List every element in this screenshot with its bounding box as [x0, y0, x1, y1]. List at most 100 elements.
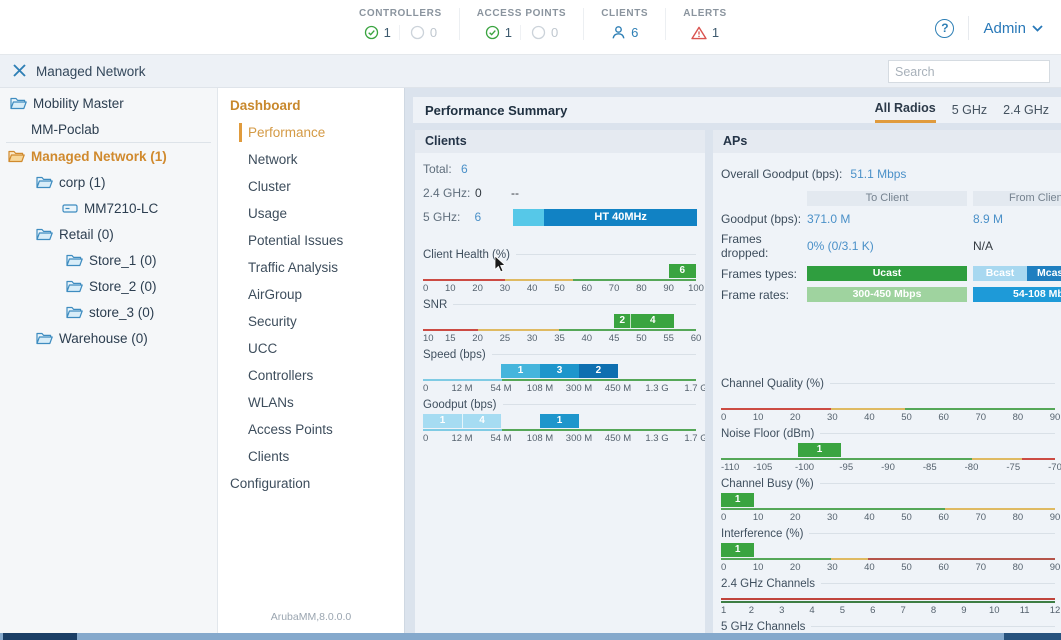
nav-item-wlans[interactable]: WLANs — [218, 389, 404, 416]
nav-item-usage[interactable]: Usage — [218, 200, 404, 227]
nav-item-ucc[interactable]: UCC — [218, 335, 404, 362]
metric-bar-bcast[interactable]: Bcast — [973, 266, 1027, 281]
folder-icon — [10, 97, 27, 110]
chart-bar-snr[interactable]: 2 — [614, 314, 630, 328]
metric-bar-mcast[interactable]: Mcast — [1027, 266, 1061, 281]
nav-item-traffic-analysis[interactable]: Traffic Analysis — [218, 254, 404, 281]
band24-label: 2.4 GHz: — [423, 186, 475, 200]
nav-item-label: Clients — [248, 447, 289, 466]
metric-bar-54-108-mbps[interactable]: 54-108 Mbps — [973, 287, 1061, 302]
stat-item[interactable]: 0 — [520, 25, 558, 40]
nav-item-cluster[interactable]: Cluster — [218, 173, 404, 200]
tick-label: 54 M — [490, 383, 511, 394]
tree-item-store-1-0[interactable]: Store_1 (0) — [0, 247, 217, 273]
tree-item-store-3-0[interactable]: store_3 (0) — [0, 299, 217, 325]
chart-ticks: 012 M54 M108 M300 M450 M1.3 G1.7 G — [423, 383, 696, 393]
tick-label: 0 — [423, 433, 428, 444]
stat-item[interactable]: 6 — [611, 25, 638, 40]
chart-title-line — [821, 583, 1055, 584]
stat-item[interactable]: 0 — [399, 25, 437, 40]
tick-label: 108 M — [527, 383, 553, 394]
tree-item-mobility-master[interactable]: Mobility Master — [0, 90, 217, 116]
chart-axis — [423, 429, 696, 431]
search-input[interactable] — [889, 65, 1061, 79]
cell-to-client[interactable]: 0% (0/3.1 K) — [807, 239, 967, 253]
chart-title: Goodput (bps) — [423, 397, 696, 412]
chart-axis — [721, 598, 1055, 600]
tab-2-4-ghz[interactable]: 2.4 GHz — [1003, 99, 1049, 122]
tab-all-radios[interactable]: All Radios — [875, 97, 936, 123]
stat-item[interactable]: 1 — [691, 25, 719, 40]
tree-item-warehouse-0[interactable]: Warehouse (0) — [0, 325, 217, 351]
stat-item[interactable]: 1 — [485, 25, 512, 40]
tab-5-ghz[interactable]: 5 GHz — [952, 99, 987, 122]
tick-label: 12 — [1050, 605, 1061, 616]
axis-segment — [502, 379, 696, 381]
metric-bar-ucast[interactable]: Ucast — [807, 266, 967, 281]
scrollbar-thumb-right[interactable] — [1004, 633, 1061, 640]
nav-item-access-points[interactable]: Access Points — [218, 416, 404, 443]
metric-bar-300-450-mbps[interactable]: 300-450 Mbps — [807, 287, 967, 302]
tick-label: 100 — [688, 283, 704, 294]
tick-label: 90 — [663, 283, 674, 294]
overall-goodput-value[interactable]: 51.1 Mbps — [850, 167, 906, 181]
tree-item-retail-0[interactable]: Retail (0) — [0, 221, 217, 247]
chart-bar-goodput-bps[interactable]: 1 — [540, 414, 579, 428]
nav-item-configuration[interactable]: Configuration — [218, 470, 404, 497]
stat-item[interactable]: 1 — [364, 25, 391, 40]
tick-label: 50 — [901, 512, 912, 523]
chart-bar-goodput-bps[interactable]: 1 — [423, 414, 462, 428]
total-value[interactable]: 6 — [461, 162, 468, 176]
nav-item-performance[interactable]: Performance — [218, 119, 404, 146]
cell-bars: 300-450 Mbps — [807, 287, 967, 302]
stat-group-controllers: CONTROLLERS10 — [342, 8, 459, 40]
chart-title-text: 5 GHz Channels — [721, 621, 805, 633]
chart-bar-channel-busy[interactable]: 1 — [721, 493, 754, 507]
folder-icon — [66, 254, 83, 267]
column-header-to-client: To Client — [807, 191, 967, 206]
user-menu[interactable]: Admin — [983, 20, 1043, 37]
chart-bar-snr[interactable]: 4 — [630, 314, 674, 328]
nav-item-dashboard[interactable]: Dashboard — [218, 92, 404, 119]
tick-label: 40 — [527, 283, 538, 294]
cell-from-client[interactable]: N/A — [973, 239, 1061, 253]
nav-item-security[interactable]: Security — [218, 308, 404, 335]
cell-to-client[interactable]: 371.0 M — [807, 212, 967, 226]
horizontal-scrollbar[interactable] — [0, 633, 1061, 640]
chart-title: 5 GHz Channels — [721, 619, 1055, 633]
tick-label: 80 — [1013, 512, 1024, 523]
channel-width-bar[interactable]: HT 40MHz — [513, 209, 697, 226]
tree-item-corp-1[interactable]: corp (1) — [0, 169, 217, 195]
folder-icon — [36, 332, 53, 345]
tick-label: 80 — [636, 283, 647, 294]
cell-from-client[interactable]: 8.9 M — [973, 212, 1061, 226]
chart-bar-speed-bps[interactable]: 1 — [501, 364, 540, 378]
chart-bar-speed-bps[interactable]: 2 — [579, 364, 618, 378]
nav-item-potential-issues[interactable]: Potential Issues — [218, 227, 404, 254]
axis-segment — [831, 408, 904, 410]
nav-item-clients[interactable]: Clients — [218, 443, 404, 470]
nav-item-controllers[interactable]: Controllers — [218, 362, 404, 389]
scrollbar-thumb-left[interactable] — [3, 633, 77, 640]
tick-label: 0 — [721, 412, 726, 423]
chart-bar-noise-floor-dbm[interactable]: 1 — [798, 443, 841, 457]
nav-item-airgroup[interactable]: AirGroup — [218, 281, 404, 308]
tree-item-managed-network-1[interactable]: Managed Network (1) — [0, 143, 217, 169]
close-icon[interactable] — [12, 63, 27, 78]
tick-label: 11 — [1020, 605, 1030, 616]
stat-group-alerts: ALERTS1 — [665, 8, 744, 40]
tree-item-mm7210-lc[interactable]: MM7210-LC — [0, 195, 217, 221]
chart-bar-speed-bps[interactable]: 3 — [540, 364, 579, 378]
nav-item-network[interactable]: Network — [218, 146, 404, 173]
tick-label: 1.7 G — [684, 383, 705, 394]
search-box[interactable] — [888, 60, 1050, 83]
band5-value[interactable]: 6 — [474, 210, 510, 224]
tree-item-mm-poclab[interactable]: MM-Poclab — [0, 116, 217, 142]
tree-item-store-2-0[interactable]: Store_2 (0) — [0, 273, 217, 299]
chart-bar-goodput-bps[interactable]: 4 — [462, 414, 501, 428]
tick-label: 0 — [423, 283, 428, 294]
help-icon[interactable]: ? — [935, 19, 954, 38]
stat-label: ACCESS POINTS — [477, 8, 566, 19]
chart-bar-interference[interactable]: 1 — [721, 543, 754, 557]
chart-bar-client-health[interactable]: 6 — [669, 264, 696, 278]
